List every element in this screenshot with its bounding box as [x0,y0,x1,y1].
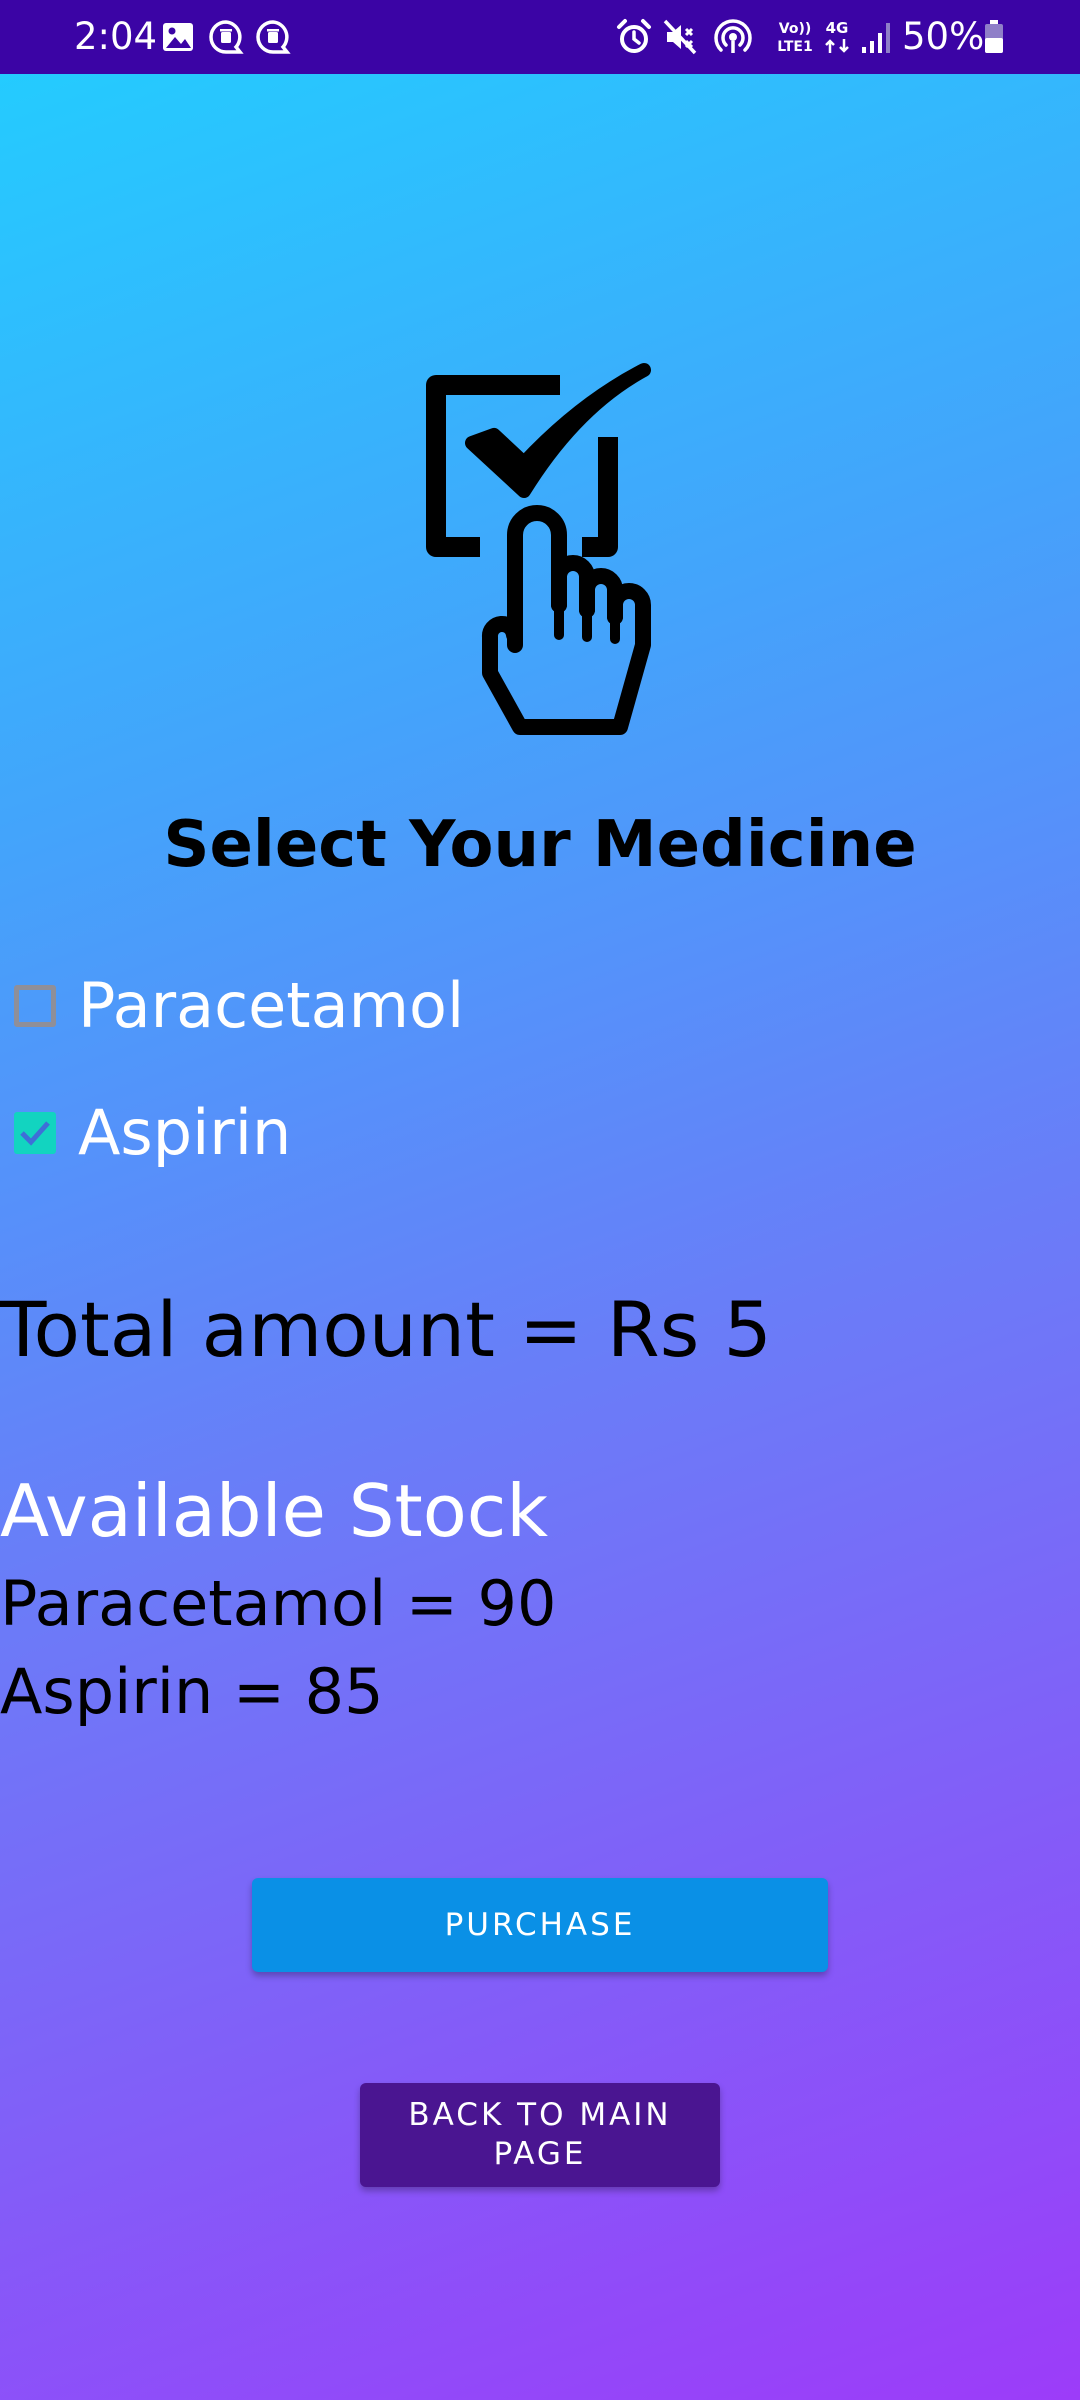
aspirin-checkbox[interactable]: Aspirin [14,1095,291,1171]
chat-bubble-icon [256,20,291,54]
svg-text:Vo)): Vo)) [779,21,811,37]
purchase-button-label: PURCHASE [444,1906,636,1943]
page-title: Select Your Medicine [163,808,917,882]
alarm-icon [617,19,651,53]
signal-icon [862,23,890,53]
checkbox-hand-tap-icon [426,363,651,735]
mute-vibrate-icon [663,19,697,55]
purchase-button[interactable]: PURCHASE [252,1878,828,1972]
aspirin-label[interactable]: Aspirin [78,1095,291,1171]
total-amount: Total amount = Rs 5 [0,1285,772,1374]
back-to-main-page-button[interactable]: BACK TO MAIN PAGE [360,2083,720,2187]
svg-text:4G: 4G [826,19,849,37]
status-time: 2:04 [74,15,158,58]
chat-bubble-icon [209,20,244,54]
battery-percentage: 50% [902,15,985,58]
status-bar: 2:04 Vo)) LTE1 4G 50% [0,0,1080,74]
stock-paracetamol: Paracetamol = 90 [0,1567,557,1640]
paracetamol-checkbox[interactable]: Paracetamol [14,968,464,1044]
back-button-label: BACK TO MAIN PAGE [408,2097,672,2172]
hotspot-icon [714,19,752,53]
svg-text:LTE1: LTE1 [777,39,812,55]
battery-icon [985,20,1003,53]
checked-checkbox-icon[interactable] [14,1112,56,1154]
4g-data-icon: 4G [825,19,849,53]
volte-lte1-icon: Vo)) LTE1 [777,21,812,55]
image-icon [163,23,193,51]
stock-heading: Available Stock [0,1469,549,1553]
stock-aspirin: Aspirin = 85 [0,1655,384,1728]
paracetamol-label[interactable]: Paracetamol [78,968,464,1044]
unchecked-checkbox-icon[interactable] [14,985,56,1027]
